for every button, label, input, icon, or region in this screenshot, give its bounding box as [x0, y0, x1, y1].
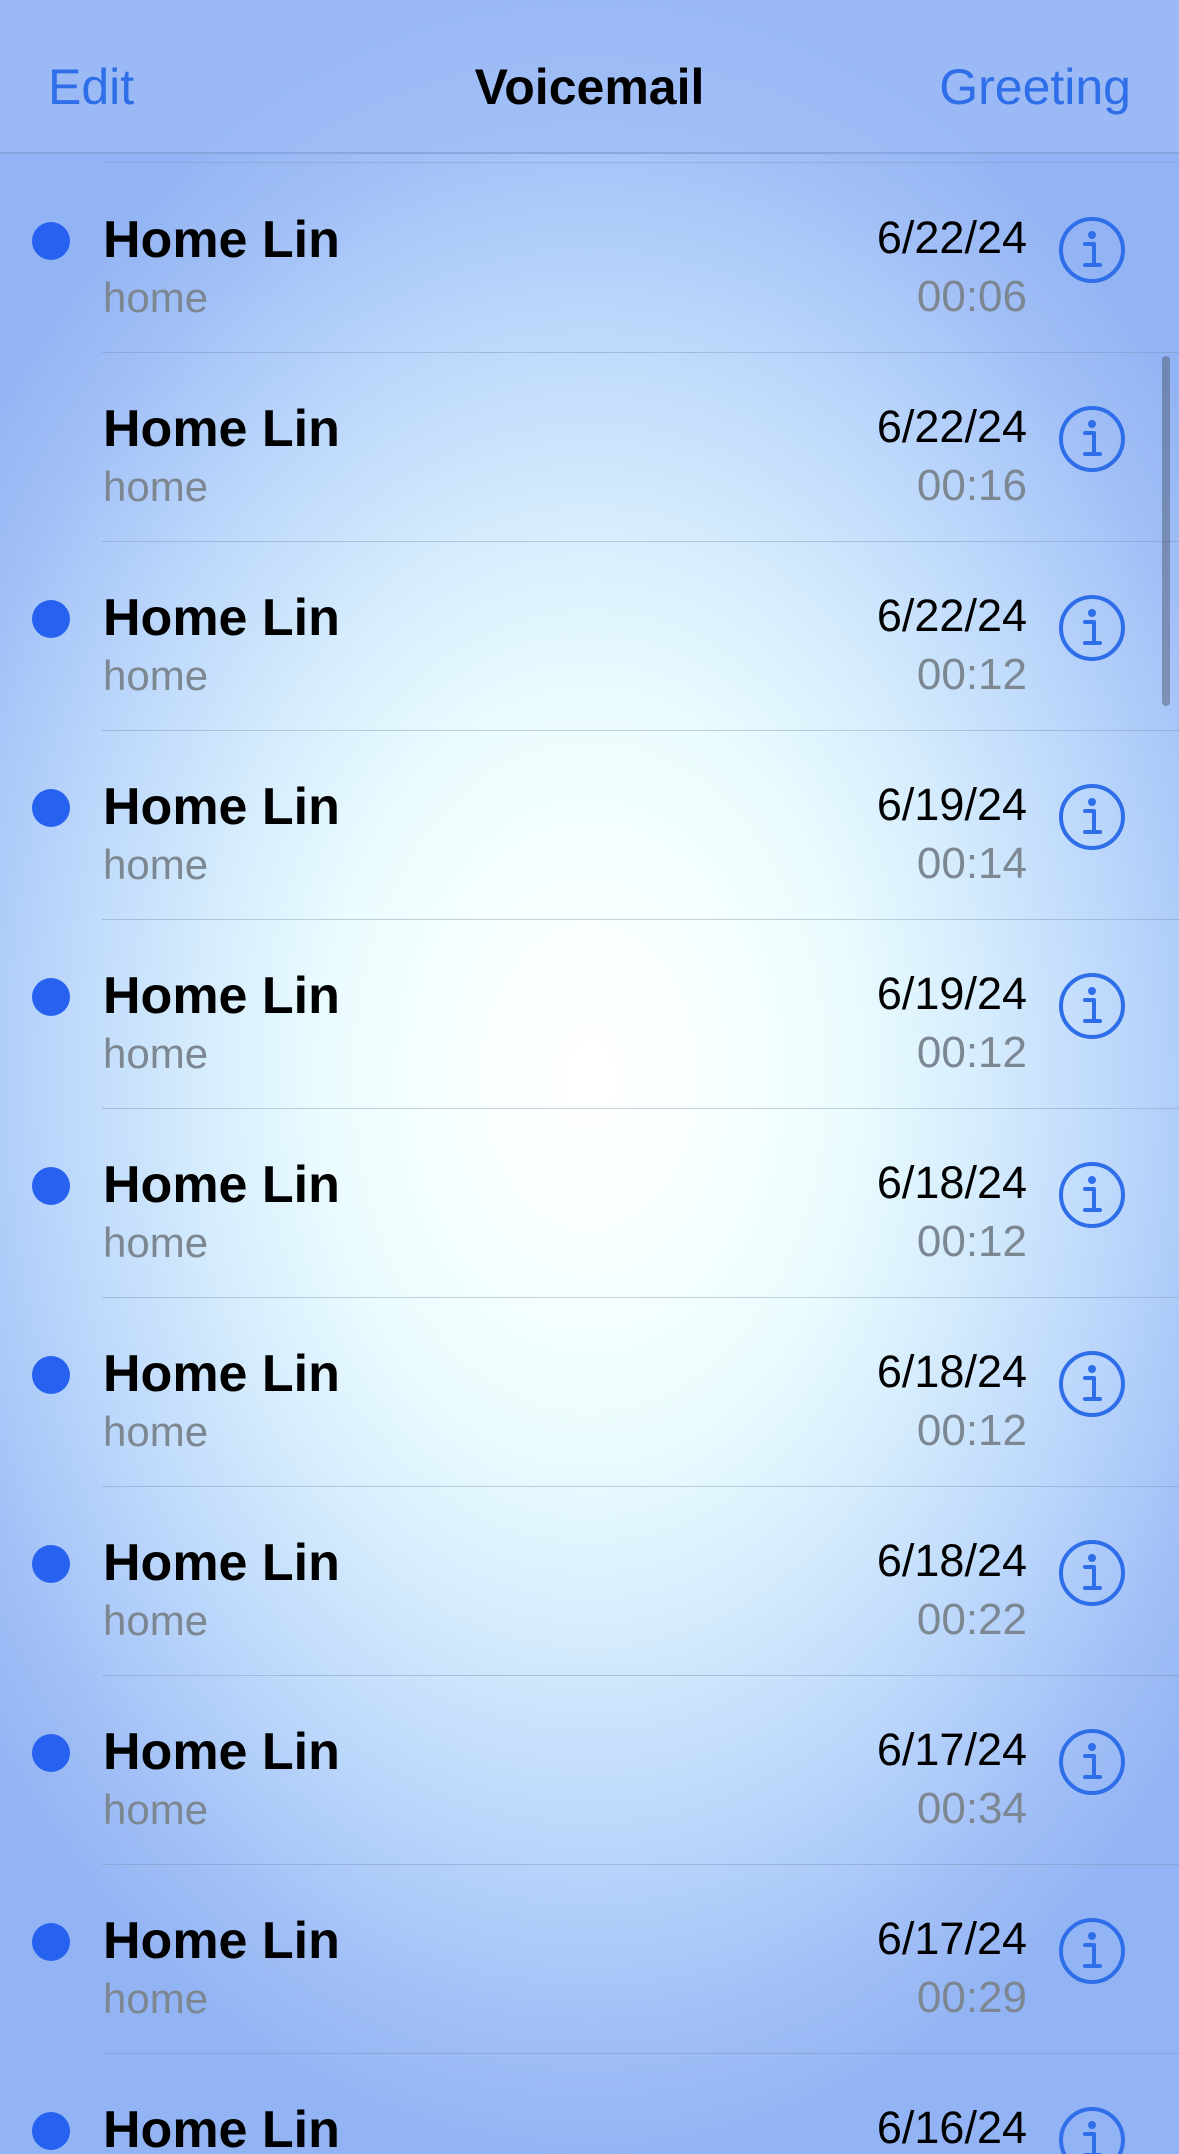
voicemail-list[interactable]: Home Lin home 6/22/24 00:06 Home Lin home 6/22…	[0, 154, 1179, 2154]
voicemail-date: 6/18/24	[876, 1535, 1027, 1586]
voicemail-duration: 00:14	[916, 839, 1027, 888]
voicemail-date: 6/22/24	[876, 590, 1027, 641]
voicemail-row[interactable]: Home Lin home 6/17/24 00:34	[0, 1676, 1179, 1865]
voicemail-row[interactable]: Home Linhome6/16/24	[0, 2054, 1179, 2154]
caller-label: home	[103, 652, 209, 699]
voicemail-date: 6/16/24	[876, 2102, 1027, 2153]
voicemail-duration: 00:06	[916, 272, 1027, 321]
voicemail-duration: 00:29	[916, 1973, 1027, 2022]
voicemail-duration: 00:16	[916, 461, 1027, 510]
greeting-button[interactable]: Greeting	[939, 58, 1131, 116]
info-icon[interactable]	[1058, 2106, 1126, 2154]
voicemail-date: 6/19/24	[876, 968, 1027, 1019]
caller-name: Home Lin	[103, 1912, 340, 1970]
voicemail-duration: 00:12	[916, 650, 1027, 699]
info-icon[interactable]	[1058, 1917, 1126, 1985]
caller-label: home	[103, 1408, 209, 1455]
voicemail-row[interactable]: Home Lin home 6/22/24 00:12	[0, 542, 1179, 731]
caller-label: home	[103, 1975, 209, 2022]
caller-label: home	[103, 274, 209, 321]
voicemail-row[interactable]: Home Lin home 6/22/24 00:06	[0, 164, 1179, 353]
info-icon[interactable]	[1058, 1161, 1126, 1229]
voicemail-date: 6/22/24	[876, 212, 1027, 263]
unread-dot-icon	[32, 600, 70, 638]
voicemail-row[interactable]: Home Lin home 6/22/24 00:16	[0, 353, 1179, 542]
unread-dot-icon	[32, 2112, 70, 2150]
voicemail-row[interactable]: Home Lin home 6/19/24 00:12	[0, 920, 1179, 1109]
info-icon[interactable]	[1058, 972, 1126, 1040]
voicemail-duration: 00:12	[916, 1406, 1027, 1455]
info-icon[interactable]	[1058, 1728, 1126, 1796]
caller-name: Home Lin	[103, 400, 340, 458]
caller-label: home	[103, 463, 209, 510]
voicemail-date: 6/18/24	[876, 1346, 1027, 1397]
caller-label: home	[103, 1219, 209, 1266]
unread-dot-icon	[32, 222, 70, 260]
info-icon[interactable]	[1058, 216, 1126, 284]
caller-name: Home Lin	[103, 1534, 340, 1592]
info-icon[interactable]	[1058, 1539, 1126, 1607]
voicemail-date: 6/22/24	[876, 401, 1027, 452]
unread-dot-icon	[32, 978, 70, 1016]
unread-dot-icon	[32, 1923, 70, 1961]
caller-name: Home Lin	[103, 1156, 340, 1214]
info-icon[interactable]	[1058, 783, 1126, 851]
caller-name: Home Lin	[103, 211, 340, 269]
scrollbar[interactable]	[1162, 356, 1170, 706]
voicemail-row[interactable]: Home Lin home 6/17/24 00:29	[0, 1865, 1179, 2054]
voicemail-date: 6/19/24	[876, 779, 1027, 830]
voicemail-row[interactable]: Home Lin home 6/18/24 00:12	[0, 1109, 1179, 1298]
navigation-bar: Edit Voicemail Greeting	[0, 0, 1179, 154]
caller-label: home	[103, 1030, 209, 1077]
caller-label: home	[103, 1786, 209, 1833]
voicemail-date: 6/17/24	[876, 1724, 1027, 1775]
caller-label: home	[103, 1597, 209, 1644]
voicemail-duration: 00:34	[916, 1784, 1027, 1833]
divider	[102, 162, 1179, 163]
caller-name: Home Lin	[103, 1723, 340, 1781]
caller-name: Home Lin	[103, 589, 340, 647]
unread-dot-icon	[32, 1167, 70, 1205]
caller-name: Home Lin	[103, 2101, 340, 2154]
voicemail-date: 6/17/24	[876, 1913, 1027, 1964]
voicemail-row[interactable]: Home Lin home 6/19/24 00:14	[0, 731, 1179, 920]
unread-dot-icon	[32, 789, 70, 827]
caller-name: Home Lin	[103, 778, 340, 836]
voicemail-duration: 00:22	[916, 1595, 1027, 1644]
voicemail-duration: 00:12	[916, 1028, 1027, 1077]
caller-label: home	[103, 841, 209, 888]
info-icon[interactable]	[1058, 405, 1126, 473]
caller-name: Home Lin	[103, 967, 340, 1025]
voicemail-row[interactable]: Home Lin home 6/18/24 00:12	[0, 1298, 1179, 1487]
info-icon[interactable]	[1058, 594, 1126, 662]
voicemail-row[interactable]: Home Lin home 6/18/24 00:22	[0, 1487, 1179, 1676]
info-icon[interactable]	[1058, 1350, 1126, 1418]
edit-button[interactable]: Edit	[48, 58, 134, 116]
unread-dot-icon	[32, 1545, 70, 1583]
voicemail-duration: 00:12	[916, 1217, 1027, 1266]
caller-name: Home Lin	[103, 1345, 340, 1403]
unread-dot-icon	[32, 1734, 70, 1772]
voicemail-date: 6/18/24	[876, 1157, 1027, 1208]
unread-dot-icon	[32, 1356, 70, 1394]
